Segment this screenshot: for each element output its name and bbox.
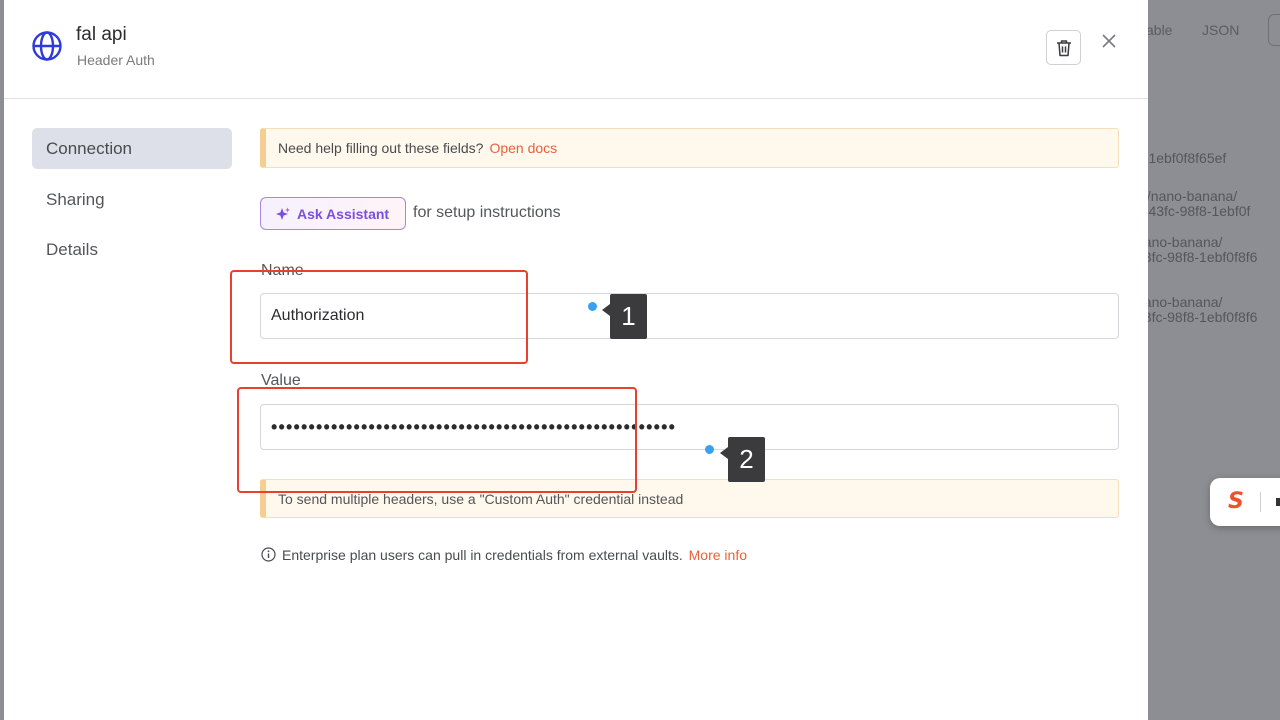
credential-type: Header Auth bbox=[77, 52, 155, 68]
bg-tab-table[interactable]: able bbox=[1146, 22, 1172, 38]
globe-icon bbox=[32, 31, 62, 61]
bg-text: nano-banana/ bbox=[1136, 294, 1223, 310]
open-docs-link[interactable]: Open docs bbox=[489, 140, 557, 156]
floating-widget[interactable]: S bbox=[1210, 478, 1280, 526]
annotation-box-2 bbox=[237, 387, 637, 493]
credential-title[interactable]: fal api bbox=[76, 24, 127, 46]
annotation-box-1 bbox=[230, 270, 528, 364]
sidebar-item-connection[interactable]: Connection bbox=[32, 128, 232, 169]
divider bbox=[1260, 492, 1261, 512]
ask-assistant-label: Ask Assistant bbox=[297, 206, 390, 222]
assistant-hint: for setup instructions bbox=[413, 204, 561, 221]
sparkle-icon bbox=[276, 207, 290, 220]
bg-text: ai/nano-banana/ bbox=[1136, 188, 1238, 204]
info-icon bbox=[261, 547, 276, 562]
s-logo-icon: S bbox=[1228, 489, 1244, 514]
delete-button[interactable] bbox=[1046, 30, 1081, 65]
annotation-marker-2: 2 bbox=[720, 437, 765, 482]
widget-icon bbox=[1276, 498, 1280, 506]
credential-modal: fal api Header Auth Connection Sharing D… bbox=[4, 0, 1148, 720]
annotation-dot-2 bbox=[705, 445, 714, 454]
bg-text: 2-43fc-98f8-1ebf0f bbox=[1136, 203, 1251, 219]
bg-corner-button[interactable] bbox=[1268, 14, 1280, 46]
annotation-marker-1: 1 bbox=[602, 294, 647, 339]
sidebar-item-details[interactable]: Details bbox=[32, 229, 232, 270]
close-icon[interactable] bbox=[1100, 32, 1118, 50]
more-info-link[interactable]: More info bbox=[689, 547, 747, 563]
modal-header: fal api Header Auth bbox=[4, 0, 1148, 99]
enterprise-note-text: Enterprise plan users can pull in creden… bbox=[282, 547, 683, 563]
sidebar-item-sharing[interactable]: Sharing bbox=[32, 179, 232, 220]
bg-text: nano-banana/ bbox=[1136, 234, 1223, 250]
help-notice-text: Need help filling out these fields? bbox=[278, 140, 484, 156]
enterprise-note: Enterprise plan users can pull in creden… bbox=[261, 547, 747, 563]
bg-text: 43fc-98f8-1ebf0f8f6 bbox=[1136, 249, 1258, 265]
help-notice: Need help filling out these fields? Open … bbox=[260, 128, 1119, 168]
annotation-dot-1 bbox=[588, 302, 597, 311]
bg-text: 43fc-98f8-1ebf0f8f6 bbox=[1136, 309, 1258, 325]
trash-icon bbox=[1057, 40, 1071, 57]
bg-text: 8-1ebf0f8f65ef bbox=[1136, 150, 1227, 166]
bg-tab-json[interactable]: JSON bbox=[1202, 22, 1239, 38]
ask-assistant-button[interactable]: Ask Assistant bbox=[260, 197, 406, 230]
